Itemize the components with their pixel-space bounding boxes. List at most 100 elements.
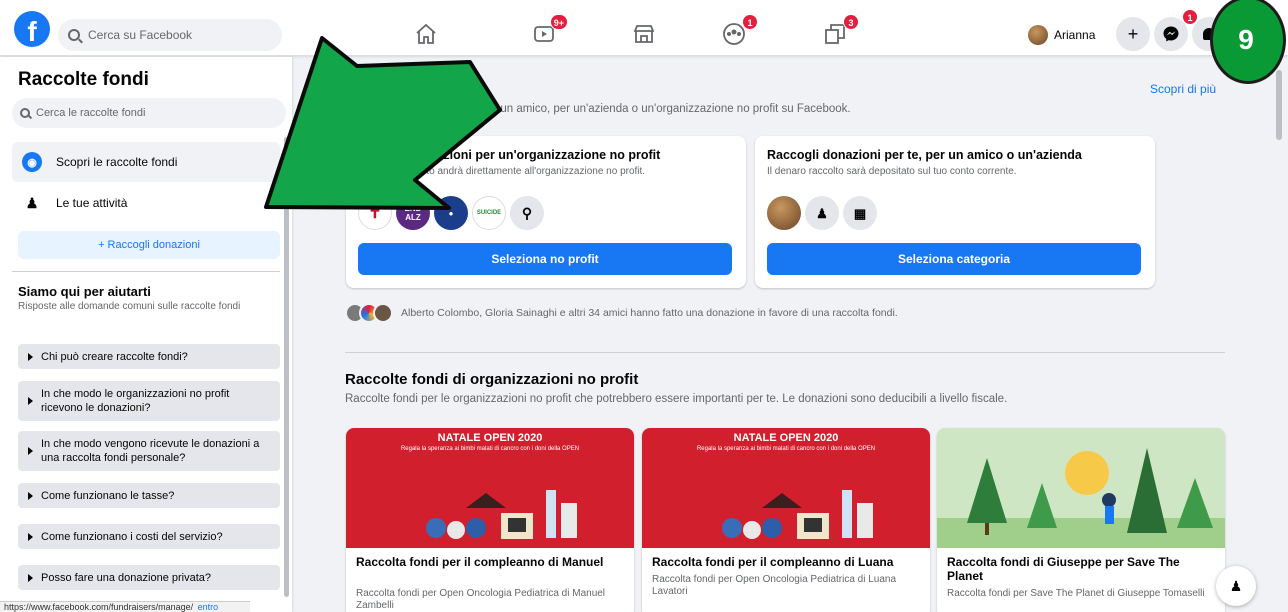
fundraiser-subtitle: Raccolta fondi per Open Oncologia Pediat… — [652, 574, 897, 597]
faq-item[interactable]: Chi può creare raccolte fondi? — [18, 344, 280, 369]
status-bar: https://www.facebook.com/fundraisers/man… — [0, 601, 250, 612]
messenger-button[interactable]: 1 — [1154, 9, 1198, 51]
facebook-search-input[interactable]: Cerca su Facebook — [58, 19, 282, 51]
avatar — [1028, 25, 1048, 45]
avatar[interactable] — [767, 196, 801, 230]
main-scrollbar[interactable] — [1276, 70, 1282, 140]
sidebar-title: Raccolte fondi — [18, 69, 149, 90]
plus-icon: + — [1127, 23, 1139, 44]
sidebar-item-activities[interactable]: ♟ Le tue attività — [12, 183, 280, 223]
faq-label: Come funzionano le tasse? — [41, 489, 175, 502]
fundraiser-title: Raccolta fondi di Giuseppe per Save The … — [947, 555, 1180, 583]
page-title: Raccogli donazioni — [345, 82, 482, 99]
status-url: https://www.facebook.com/fundraisers/man… — [4, 602, 194, 612]
faq-item[interactable]: In che modo le organizzazioni no profit … — [18, 381, 280, 421]
fundraiser-image — [937, 428, 1225, 548]
sidebar-item-label: Le tue attività — [56, 196, 128, 210]
watch-icon[interactable]: 9+ — [532, 14, 568, 46]
search-icon — [20, 108, 30, 118]
search-icon — [68, 29, 80, 41]
facebook-logo-icon[interactable]: f — [14, 11, 50, 47]
groups-badge: 1 — [742, 14, 758, 30]
divider — [12, 271, 280, 272]
fundraiser-search-input[interactable]: Cerca le raccolte fondi — [12, 98, 286, 128]
fundraiser-subtitle: Raccolta fondi per Save The Planet di Gi… — [947, 588, 1205, 599]
sidebar-scrollbar[interactable] — [284, 137, 289, 597]
caret-right-icon — [28, 573, 33, 582]
suicide-prevention-logo[interactable]: SUICIDE — [472, 196, 506, 230]
category-icons: ♟ ▦ — [767, 196, 877, 230]
endalz-logo[interactable]: END ALZ — [396, 196, 430, 230]
step-number-badge: 9 — [1210, 0, 1286, 84]
raise-donations-button[interactable]: + Raccogli donazioni — [18, 231, 280, 259]
help-subtitle: Risposte alle domande comuni sulle racco… — [18, 301, 241, 312]
faq-label: Posso fare una donazione privata? — [41, 571, 212, 584]
nonprofit-card: Raccogli donazioni per un'organizzazione… — [346, 136, 746, 288]
fundraiser-title: Raccolta fondi per il compleanno di Luan… — [652, 555, 894, 569]
learn-more-link[interactable]: Scopri di più — [1150, 82, 1216, 96]
home-icon[interactable] — [414, 22, 440, 46]
groups-icon[interactable]: 1 — [722, 14, 758, 46]
search-placeholder: Cerca su Facebook — [88, 28, 193, 42]
card-title: Raccogli donazioni per un'organizzazione… — [358, 148, 661, 162]
faq-label: In che modo le organizzazioni no profit … — [41, 388, 230, 414]
faq-label: In che modo vengono ricevute le donazion… — [41, 438, 260, 464]
select-nonprofit-button[interactable]: Seleziona no profit — [358, 243, 732, 275]
fundraiser-icon: ◉ — [22, 152, 42, 172]
step-number: 9 — [1238, 24, 1254, 55]
section-title: Raccolte fondi di organizzazioni no prof… — [345, 371, 639, 388]
fundraiser-card[interactable]: Raccolta fondi di Giuseppe per Save The … — [937, 428, 1225, 612]
profile-chip[interactable]: Arianna — [1028, 24, 1095, 46]
faq-label: Chi può creare raccolte fondi? — [41, 350, 188, 363]
divider — [345, 352, 1225, 353]
people-icon: ♟ — [1229, 577, 1243, 594]
marketplace-icon[interactable] — [632, 22, 658, 46]
nonprofit-logos: ✝ END ALZ ● SUICIDE ⚲ — [358, 196, 544, 230]
card-subtitle: Il denaro raccolto sarà depositato sul t… — [767, 166, 1017, 177]
sidebar-item-label: Scopri le raccolte fondi — [56, 155, 178, 169]
caret-right-icon — [28, 447, 33, 455]
fundraiser-image: NATALE OPEN 2020 Regala la speranza ai b… — [346, 428, 634, 548]
christmas-illustration-icon — [426, 490, 577, 539]
friends-text: Alberto Colombo, Gloria Sainaghi e altri… — [401, 307, 898, 319]
faq-item[interactable]: Come funzionano i costi del servizio? — [18, 524, 280, 549]
faq-item[interactable]: Posso fare una donazione privata? — [18, 565, 280, 590]
card-subtitle: Il denaro raccolto andrà direttamente al… — [358, 166, 646, 177]
faq-label: Come funzionano i costi del servizio? — [41, 530, 223, 543]
fundraiser-subtitle: Raccolta fondi per Open Oncologia Pediat… — [356, 588, 606, 611]
create-button[interactable]: + — [1116, 17, 1150, 51]
personal-card: Raccogli donazioni per te, per un amico … — [755, 136, 1155, 288]
watch-badge: 9+ — [549, 14, 568, 30]
business-icon[interactable]: ▦ — [843, 196, 877, 230]
fundraiser-image: NATALE OPEN 2020 Regala la speranza ai b… — [642, 428, 930, 548]
person-icon: ♟ — [22, 193, 42, 213]
fundraiser-title: Raccolta fondi per il compleanno di Manu… — [356, 555, 604, 569]
caret-right-icon — [28, 491, 33, 500]
page-subtitle: Raccogli donazioni per te, per un amico,… — [345, 103, 851, 115]
friends-icon[interactable]: ♟ — [805, 196, 839, 230]
help-title: Siamo qui per aiutarti — [18, 284, 151, 299]
faq-item[interactable]: In che modo vengono ricevute le donazion… — [18, 431, 280, 471]
avatar — [373, 303, 393, 323]
pages-icon[interactable]: 3 — [823, 14, 859, 46]
caret-right-icon — [28, 352, 33, 361]
nonprofit-logo-icon[interactable]: ✝ — [358, 196, 392, 230]
profile-name: Arianna — [1054, 28, 1096, 42]
fundraiser-card[interactable]: NATALE OPEN 2020 Regala la speranza ai b… — [642, 428, 930, 612]
status-tail: entro — [197, 602, 219, 612]
caret-right-icon — [28, 532, 33, 541]
friends-donations: Alberto Colombo, Gloria Sainaghi e altri… — [345, 303, 898, 323]
faq-item[interactable]: Come funzionano le tasse? — [18, 483, 280, 508]
fundraiser-search-placeholder: Cerca le raccolte fondi — [36, 107, 146, 119]
top-bar: f Cerca su Facebook 9+ 1 3 Arianna + 1 — [0, 0, 1288, 56]
select-category-button[interactable]: Seleziona categoria — [767, 243, 1141, 275]
christmas-illustration-icon — [722, 490, 873, 539]
caret-right-icon — [28, 397, 33, 405]
new-message-button[interactable]: ♟ — [1216, 566, 1256, 606]
forest-illustration-icon — [937, 448, 1225, 548]
sidebar: Raccolte fondi Cerca le raccolte fondi ◉… — [0, 57, 292, 612]
sidebar-item-discover[interactable]: ◉ Scopri le raccolte fondi — [12, 142, 280, 182]
fundraiser-card[interactable]: NATALE OPEN 2020 Regala la speranza ai b… — [346, 428, 634, 612]
search-icon[interactable]: ⚲ — [510, 196, 544, 230]
cancer-society-logo-icon[interactable]: ● — [434, 196, 468, 230]
